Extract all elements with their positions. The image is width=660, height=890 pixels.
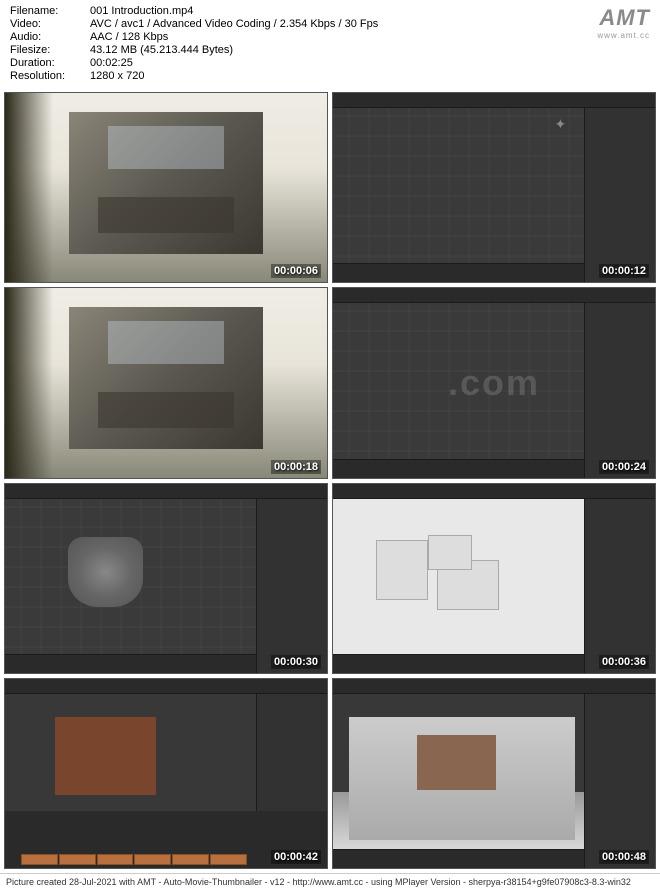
timestamp: 00:00:06 — [271, 264, 321, 278]
audio-value: AAC / 128 Kbps — [90, 31, 168, 43]
timestamp: 00:00:48 — [599, 850, 649, 864]
filename-label: Filename: — [10, 5, 90, 17]
thumbnail-5: 00:00:30 — [4, 483, 328, 674]
thumbnail-7: 00:00:42 — [4, 678, 328, 869]
thumbnail-grid: 00:00:06 00:00:12 00:00:18 .com 00:00:24… — [0, 88, 660, 873]
thumbnail-2: 00:00:12 — [332, 92, 656, 283]
metadata-header: Filename: 001 Introduction.mp4 Video: AV… — [0, 0, 660, 88]
timestamp: 00:00:24 — [599, 460, 649, 474]
thumbnail-8: 00:00:48 — [332, 678, 656, 869]
thumbnail-4: .com 00:00:24 — [332, 287, 656, 478]
timestamp: 00:00:42 — [271, 850, 321, 864]
footer-credit: Picture created 28-Jul-2021 with AMT - A… — [0, 873, 660, 890]
amt-logo: AMT www.amt.cc — [597, 5, 650, 40]
timestamp: 00:00:18 — [271, 460, 321, 474]
audio-label: Audio: — [10, 31, 90, 43]
logo-url: www.amt.cc — [597, 31, 650, 40]
filesize-value: 43.12 MB (45.213.444 Bytes) — [90, 44, 233, 56]
timestamp: 00:00:30 — [271, 655, 321, 669]
logo-text: AMT — [597, 5, 650, 31]
thumbnail-1: 00:00:06 — [4, 92, 328, 283]
thumbnail-3: 00:00:18 — [4, 287, 328, 478]
timestamp: 00:00:12 — [599, 264, 649, 278]
filename-value: 001 Introduction.mp4 — [90, 5, 193, 17]
duration-label: Duration: — [10, 57, 90, 69]
resolution-value: 1280 x 720 — [90, 70, 144, 82]
thumbnail-sheet: Filename: 001 Introduction.mp4 Video: AV… — [0, 0, 660, 890]
thumbnail-6: 00:00:36 — [332, 483, 656, 674]
resolution-label: Resolution: — [10, 70, 90, 82]
video-value: AVC / avc1 / Advanced Video Coding / 2.3… — [90, 18, 378, 30]
filesize-label: Filesize: — [10, 44, 90, 56]
duration-value: 00:02:25 — [90, 57, 133, 69]
video-label: Video: — [10, 18, 90, 30]
timestamp: 00:00:36 — [599, 655, 649, 669]
